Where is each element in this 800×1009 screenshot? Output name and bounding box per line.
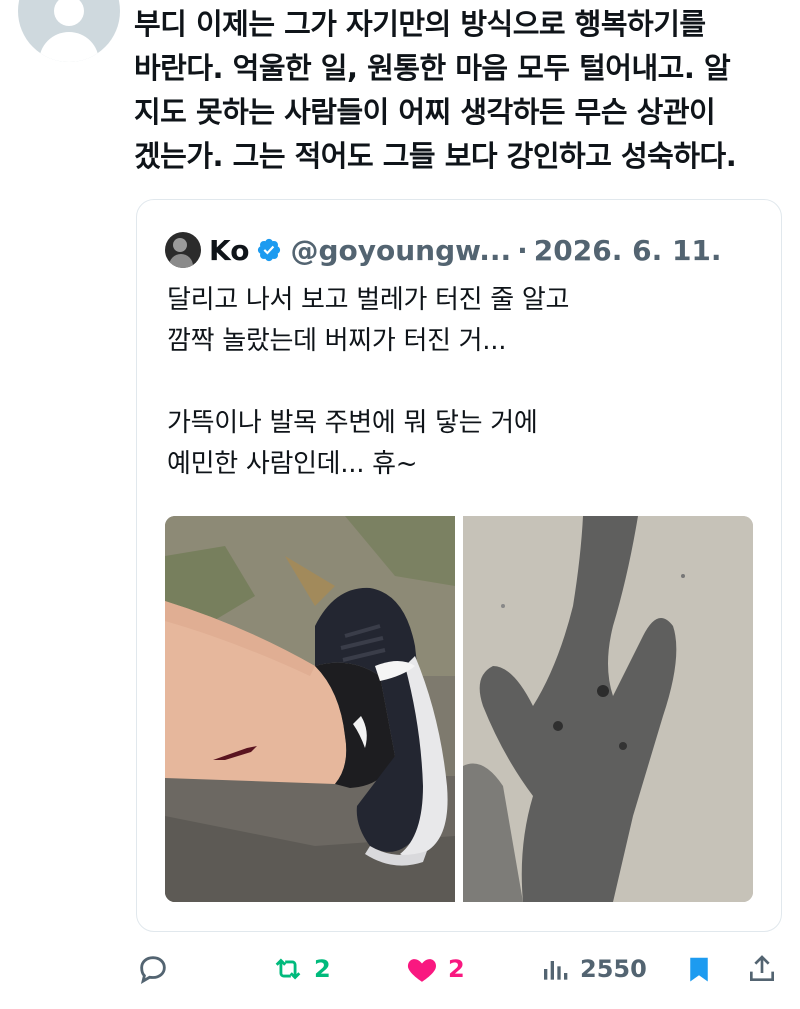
verified-badge-icon — [258, 238, 281, 262]
avatar-shoulders — [39, 32, 99, 62]
views-button[interactable]: 2550 — [540, 952, 647, 986]
ankle-photo-graphic — [165, 516, 455, 902]
like-button[interactable]: 2 — [404, 952, 465, 986]
media-photo-shadow[interactable] — [463, 516, 753, 902]
retweet-count: 2 — [314, 955, 331, 983]
quoted-tweet-card[interactable]: Ko @goyoungw... · 2026. 6. 11. 달리고 나서 보고… — [136, 199, 782, 932]
retweet-icon — [275, 958, 301, 980]
avatar[interactable] — [18, 0, 120, 62]
quoted-author-name[interactable]: Ko — [209, 234, 249, 267]
reply-button[interactable] — [136, 952, 170, 986]
retweet-button[interactable]: 2 — [270, 952, 331, 986]
share-icon — [750, 955, 774, 981]
tweet-text: 부디 이제는 그가 자기만의 방식으로 행복하기를 바란다. 억울한 일, 원통… — [134, 7, 737, 173]
quoted-author-handle[interactable]: @goyoungw... — [290, 234, 511, 267]
heart-icon — [407, 959, 437, 982]
media-photo-ankle[interactable] — [165, 516, 455, 902]
quoted-tweet-text: 달리고 나서 보고 벌레가 터진 줄 알고 깜짝 놀랐는데 버찌가 터진 거..… — [167, 285, 570, 479]
tweet-action-bar: 2 2 2550 — [0, 940, 800, 1000]
reply-icon — [140, 956, 166, 984]
quoted-avatar[interactable] — [165, 232, 201, 268]
views-count: 2550 — [580, 955, 647, 983]
header-separator: · — [517, 233, 528, 267]
avatar-head — [54, 0, 84, 26]
bookmark-icon — [690, 957, 708, 982]
quoted-tweet-header: Ko @goyoungw... · 2026. 6. 11. — [165, 230, 722, 270]
views-icon — [544, 961, 568, 980]
shadow-photo-graphic — [463, 516, 753, 902]
share-button[interactable] — [746, 952, 778, 986]
bookmark-button[interactable] — [684, 952, 714, 986]
quoted-tweet-date[interactable]: 2026. 6. 11. — [534, 234, 722, 267]
like-count: 2 — [448, 955, 465, 983]
